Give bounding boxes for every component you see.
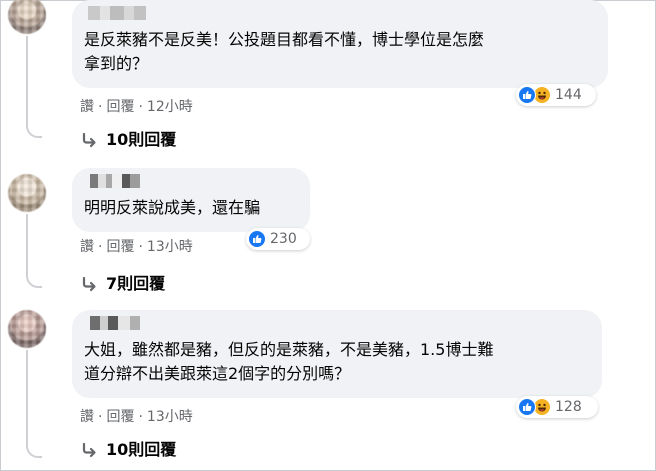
author-name[interactable]	[84, 6, 596, 24]
blurred-author-name	[90, 174, 140, 188]
reaction-count: 144	[555, 87, 582, 103]
view-replies-button[interactable]: 10則回覆	[80, 440, 176, 460]
reaction-summary[interactable]: 230	[246, 228, 310, 250]
comment: 大姐，雖然都是豬，但反的是萊豬，不是美豬，1.5博士難 道分辯不出美跟萊這2個字…	[0, 300, 656, 471]
author-name[interactable]	[84, 174, 298, 192]
comment-actions: 讚 · 回覆 · 13小時	[80, 238, 193, 256]
thread-line	[26, 350, 28, 446]
comment-bubble: 大姐，雖然都是豬，但反的是萊豬，不是美豬，1.5博士難 道分辯不出美跟萊這2個字…	[72, 310, 602, 398]
thread-curve	[26, 272, 42, 288]
like-link[interactable]: 讚	[80, 98, 94, 116]
replies-count-label: 10則回覆	[106, 130, 177, 149]
thread-line	[26, 214, 28, 276]
reaction-summary[interactable]: 128	[516, 396, 598, 418]
comment: 明明反萊說成美，還在騙 230 讚 · 回覆 · 13小時 7則回覆	[0, 160, 656, 300]
reply-link[interactable]: 回覆	[106, 98, 134, 116]
comment-bubble: 明明反萊說成美，還在騙	[72, 168, 310, 232]
like-icon	[518, 398, 536, 416]
reaction-summary[interactable]: 144	[516, 84, 596, 106]
timestamp[interactable]: 13小時	[147, 408, 193, 426]
blurred-author-name	[90, 316, 140, 330]
comment-actions: 讚 · 回覆 · 13小時	[80, 408, 193, 426]
comment-text: 是反萊豬不是反美！公投題目都看不懂，博士學位是怎麼 拿到的？	[84, 30, 485, 73]
comment-actions: 讚 · 回覆 · 12小時	[80, 98, 193, 116]
reply-arrow-icon	[82, 276, 96, 292]
thread-line	[26, 36, 28, 126]
reply-link[interactable]: 回覆	[106, 408, 134, 426]
view-replies-button[interactable]: 10則回覆	[80, 130, 176, 150]
avatar[interactable]	[8, 174, 46, 212]
like-icon	[518, 86, 536, 104]
like-link[interactable]: 讚	[80, 408, 94, 426]
like-link[interactable]: 讚	[80, 238, 94, 256]
timestamp[interactable]: 13小時	[147, 238, 193, 256]
reply-arrow-icon	[82, 132, 96, 148]
reaction-count: 230	[270, 231, 297, 247]
comment-text: 大姐，雖然都是豬，但反的是萊豬，不是美豬，1.5博士難 道分辯不出美跟萊這2個字…	[84, 340, 494, 383]
avatar[interactable]	[8, 310, 46, 348]
avatar[interactable]	[8, 0, 46, 34]
comment-bubble: 是反萊豬不是反美！公投題目都看不懂，博士學位是怎麼 拿到的？	[72, 0, 608, 88]
reply-link[interactable]: 回覆	[106, 238, 134, 256]
replies-count-label: 10則回覆	[106, 440, 177, 459]
blurred-author-name	[88, 6, 146, 20]
author-name[interactable]	[84, 316, 590, 334]
thread-curve	[26, 442, 42, 458]
view-replies-button[interactable]: 7則回覆	[80, 274, 165, 294]
replies-count-label: 7則回覆	[106, 274, 166, 293]
like-icon	[248, 230, 266, 248]
reply-arrow-icon	[82, 442, 96, 458]
comment: 是反萊豬不是反美！公投題目都看不懂，博士學位是怎麼 拿到的？ 144 讚 · 回覆 ·…	[0, 0, 656, 160]
timestamp[interactable]: 12小時	[147, 98, 193, 116]
reaction-count: 128	[555, 399, 582, 415]
comment-text: 明明反萊說成美，還在騙	[84, 198, 261, 217]
thread-curve	[26, 122, 42, 138]
